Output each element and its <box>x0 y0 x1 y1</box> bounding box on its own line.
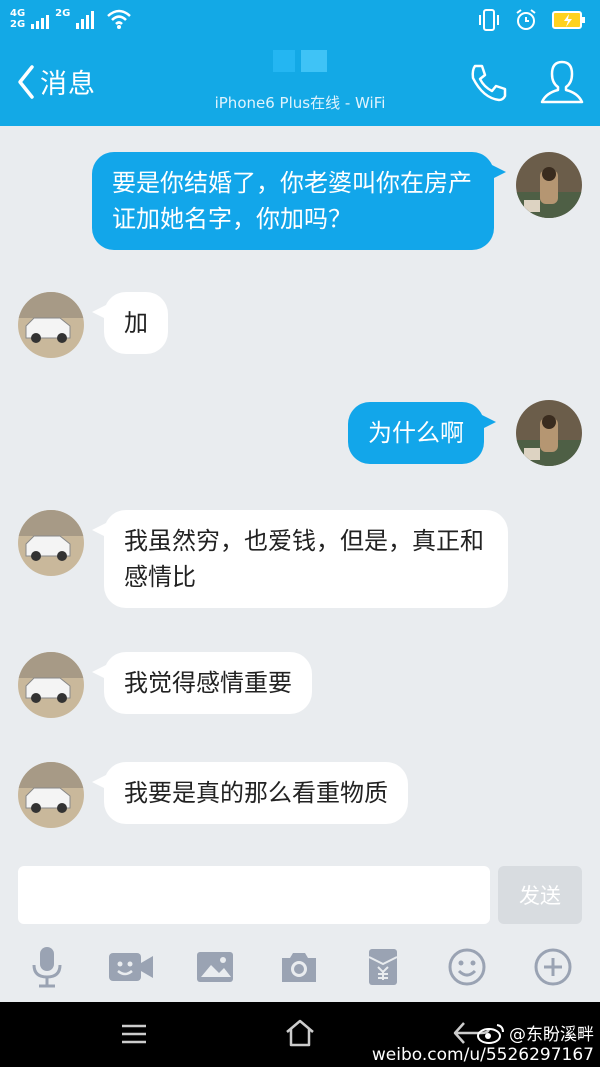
call-button[interactable] <box>466 62 508 108</box>
message-bubble-received[interactable]: 加 <box>92 292 168 354</box>
avatar-image <box>516 400 582 466</box>
message-input[interactable] <box>18 866 490 924</box>
send-button[interactable]: 发送 <box>498 866 582 924</box>
network-type-2: 2G <box>55 8 71 19</box>
watermark-handle: @东盼溪畔 <box>509 1025 594 1045</box>
wifi-icon <box>107 9 132 29</box>
chevron-left-icon <box>18 64 34 99</box>
battery-icon <box>552 11 585 29</box>
profile-button[interactable] <box>540 58 584 110</box>
system-nav-bar: @东盼溪畔 weibo.com/u/5526297167 <box>0 1002 600 1067</box>
avatar-me[interactable] <box>516 400 582 466</box>
message-bubble-sent[interactable]: 要是你结婚了，你老婆叫你在房产证加她名字，你加吗？ <box>92 152 506 250</box>
status-bar: 4G 2G 2G <box>0 0 600 40</box>
message-bubble-received[interactable]: 我虽然穷，也爱钱，但是，真正和感情比 <box>92 510 508 608</box>
person-icon <box>540 60 584 104</box>
avatar-me[interactable] <box>516 152 582 218</box>
home-icon[interactable] <box>284 1018 316 1052</box>
avatar-image <box>18 510 84 576</box>
emoji-icon[interactable] <box>442 945 492 989</box>
red-packet-icon[interactable] <box>358 945 408 989</box>
image-icon[interactable] <box>190 945 240 989</box>
contact-name-redacted <box>180 50 420 76</box>
chat-toolbar <box>0 935 600 999</box>
avatar-image <box>18 652 84 718</box>
avatar-image <box>18 762 84 828</box>
phone-icon <box>471 64 507 102</box>
avatar-contact[interactable] <box>18 292 84 358</box>
message-bubble-received[interactable]: 我觉得感情重要 <box>92 652 312 714</box>
plus-icon[interactable] <box>528 945 578 989</box>
avatar-image <box>18 292 84 358</box>
signal-icon-2 <box>76 9 95 29</box>
alarm-icon <box>516 9 536 30</box>
network-type: 4G 2G <box>10 8 26 30</box>
weibo-watermark: @东盼溪畔 weibo.com/u/5526297167 <box>372 1020 594 1065</box>
watermark-url: weibo.com/u/5526297167 <box>371 1045 594 1065</box>
camera-icon[interactable] <box>274 945 324 989</box>
avatar-contact[interactable] <box>18 762 84 828</box>
back-label: 消息 <box>40 69 96 100</box>
video-call-icon[interactable] <box>106 945 156 989</box>
message-bubble-sent[interactable]: 为什么啊 <box>348 402 496 464</box>
vibrate-icon <box>479 9 499 31</box>
online-status: iPhone6 Plus在线 - WiFi <box>214 94 386 112</box>
weibo-logo-icon <box>477 1023 504 1044</box>
avatar-contact[interactable] <box>18 652 84 718</box>
menu-icon[interactable] <box>120 1024 148 1048</box>
back-button[interactable]: 消息 <box>16 62 96 101</box>
contact-title: iPhone6 Plus在线 - WiFi <box>180 50 420 113</box>
nav-bar: 消息 iPhone6 Plus在线 - WiFi <box>0 46 600 126</box>
microphone-icon[interactable] <box>22 945 72 989</box>
avatar-contact[interactable] <box>18 510 84 576</box>
avatar-image <box>516 152 582 218</box>
signal-icon <box>31 9 50 29</box>
message-bubble-received[interactable]: 我要是真的那么看重物质 <box>92 762 408 824</box>
app-header: 4G 2G 2G 消息 iPhone6 Plus在线 - WiFi <box>0 0 600 126</box>
